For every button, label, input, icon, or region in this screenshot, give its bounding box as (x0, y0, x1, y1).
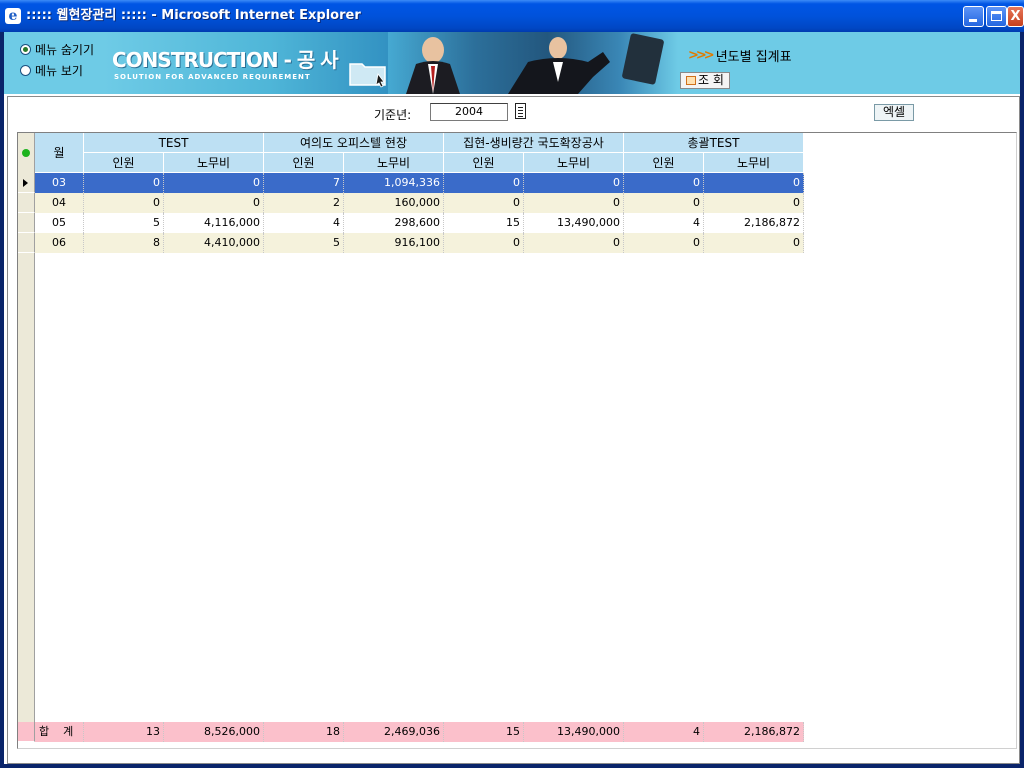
total-cell: 4 (624, 722, 704, 742)
total-cell: 15 (444, 722, 524, 742)
table-cell[interactable]: 160,000 (344, 193, 444, 213)
total-cell: 13,490,000 (524, 722, 624, 742)
yearly-summary-label: 년도별 집계표 (715, 50, 792, 65)
table-cell-month[interactable]: 06 (35, 233, 84, 253)
table-icon (686, 76, 697, 85)
column-header[interactable]: 인원 (264, 153, 344, 173)
table-cell[interactable]: 0 (84, 193, 164, 213)
table-cell[interactable]: 0 (624, 233, 704, 253)
yearly-summary-link[interactable]: >>> 년도별 집계표 (688, 46, 792, 65)
total-cell: 2,186,872 (704, 722, 804, 742)
table-cell[interactable]: 1,094,336 (344, 173, 444, 193)
table-cell[interactable]: 0 (84, 173, 164, 193)
table-cell[interactable]: 8 (84, 233, 164, 253)
table-cell[interactable]: 4 (264, 213, 344, 233)
total-cell: 8,526,000 (164, 722, 264, 742)
base-year-input[interactable]: 2004 (430, 103, 508, 121)
maximize-button[interactable] (986, 6, 1007, 27)
column-group-header[interactable]: 총괄TEST (624, 133, 804, 153)
query-button[interactable]: 조 회 (680, 72, 730, 89)
column-group-header[interactable]: 여의도 오피스텔 현장 (264, 133, 444, 153)
table-cell[interactable]: 5 (84, 213, 164, 233)
table-cell[interactable]: 0 (524, 233, 624, 253)
table-cell[interactable]: 0 (444, 173, 524, 193)
radio-icon[interactable] (20, 44, 31, 55)
table-cell[interactable]: 0 (524, 193, 624, 213)
column-header[interactable]: 인원 (444, 153, 524, 173)
table-cell[interactable]: 0 (704, 173, 804, 193)
table-cell[interactable]: 2,186,872 (704, 213, 804, 233)
header-banner: 메뉴 숨기기 메뉴 보기 CONSTRUCTION - 공 사 SOLUTION… (4, 32, 1020, 94)
row-selector[interactable] (18, 193, 35, 213)
table-cell[interactable]: 13,490,000 (524, 213, 624, 233)
calendar-icon[interactable] (515, 103, 526, 119)
menu-hide-label: 메뉴 숨기기 (35, 43, 95, 57)
brand-tagline: SOLUTION FOR ADVANCED REQUIREMENT (114, 73, 311, 81)
status-dot-icon (18, 133, 35, 173)
table-cell[interactable]: 4,410,000 (164, 233, 264, 253)
column-header[interactable]: 인원 (84, 153, 164, 173)
table-cell[interactable]: 298,600 (344, 213, 444, 233)
window-title: ::::: 웹현장관리 ::::: - Microsoft Internet E… (26, 8, 361, 23)
table-cell-month[interactable]: 05 (35, 213, 84, 233)
table-cell-month[interactable]: 04 (35, 193, 84, 213)
table-cell[interactable]: 4 (624, 213, 704, 233)
brand-title: CONSTRUCTION - 공 사 (112, 48, 339, 72)
column-header[interactable]: 인원 (624, 153, 704, 173)
folder-icon (349, 63, 386, 88)
table-cell[interactable]: 15 (444, 213, 524, 233)
radio-icon[interactable] (20, 65, 31, 76)
row-selector (18, 722, 35, 742)
business-people-photo (388, 32, 678, 94)
close-button[interactable]: X (1007, 6, 1024, 27)
menu-hide-option[interactable]: 메뉴 숨기기 (20, 41, 94, 58)
column-header[interactable]: 노무비 (344, 153, 444, 173)
column-group-header[interactable]: 집현-생비량간 국도확장공사 (444, 133, 624, 153)
table-cell[interactable]: 4,116,000 (164, 213, 264, 233)
table-cell[interactable]: 0 (444, 233, 524, 253)
query-button-label: 조 회 (698, 73, 724, 87)
table-cell[interactable]: 0 (524, 173, 624, 193)
table-cell[interactable]: 2 (264, 193, 344, 213)
ie-logo-icon: e (5, 8, 21, 24)
table-cell[interactable]: 0 (444, 193, 524, 213)
table-cell[interactable]: 7 (264, 173, 344, 193)
data-grid[interactable]: 월 TEST 인원 노무비 여의도 오피스텔 현장 인원 노무비 집현-생비량간 국도확장공사… (17, 132, 1017, 749)
table-cell[interactable]: 0 (704, 233, 804, 253)
title-bar: e ::::: 웹현장관리 ::::: - Microsoft Internet… (0, 0, 1024, 32)
row-selector[interactable] (18, 173, 35, 193)
minimize-button[interactable] (963, 6, 984, 27)
table-cell[interactable]: 5 (264, 233, 344, 253)
column-group-header[interactable]: TEST (84, 133, 264, 153)
report-panel: 기준년: 2004 엑셀 월 TEST 인원 노무비 여의도 오피스텔 현장 인원 노무비 집… (7, 96, 1020, 764)
double-chevron-icon: >>> (688, 48, 715, 63)
column-header[interactable]: 노무비 (524, 153, 624, 173)
menu-show-label: 메뉴 보기 (35, 64, 83, 78)
total-cell: 13 (84, 722, 164, 742)
table-cell[interactable]: 0 (704, 193, 804, 213)
table-cell[interactable]: 0 (164, 173, 264, 193)
table-cell[interactable]: 0 (164, 193, 264, 213)
total-label: 합계 (35, 722, 84, 742)
column-header-month[interactable]: 월 (35, 133, 84, 173)
table-cell-month[interactable]: 03 (35, 173, 84, 193)
column-header[interactable]: 노무비 (164, 153, 264, 173)
table-cell[interactable]: 916,100 (344, 233, 444, 253)
row-selector-column (18, 253, 35, 722)
table-cell[interactable]: 0 (624, 193, 704, 213)
browser-content: 메뉴 숨기기 메뉴 보기 CONSTRUCTION - 공 사 SOLUTION… (4, 32, 1020, 764)
table-cell[interactable]: 0 (624, 173, 704, 193)
total-cell: 18 (264, 722, 344, 742)
row-selector[interactable] (18, 213, 35, 233)
base-year-label: 기준년: (374, 108, 412, 122)
row-selector[interactable] (18, 233, 35, 253)
total-cell: 2,469,036 (344, 722, 444, 742)
column-header[interactable]: 노무비 (704, 153, 804, 173)
menu-show-option[interactable]: 메뉴 보기 (20, 62, 83, 79)
excel-button[interactable]: 엑셀 (874, 104, 914, 121)
